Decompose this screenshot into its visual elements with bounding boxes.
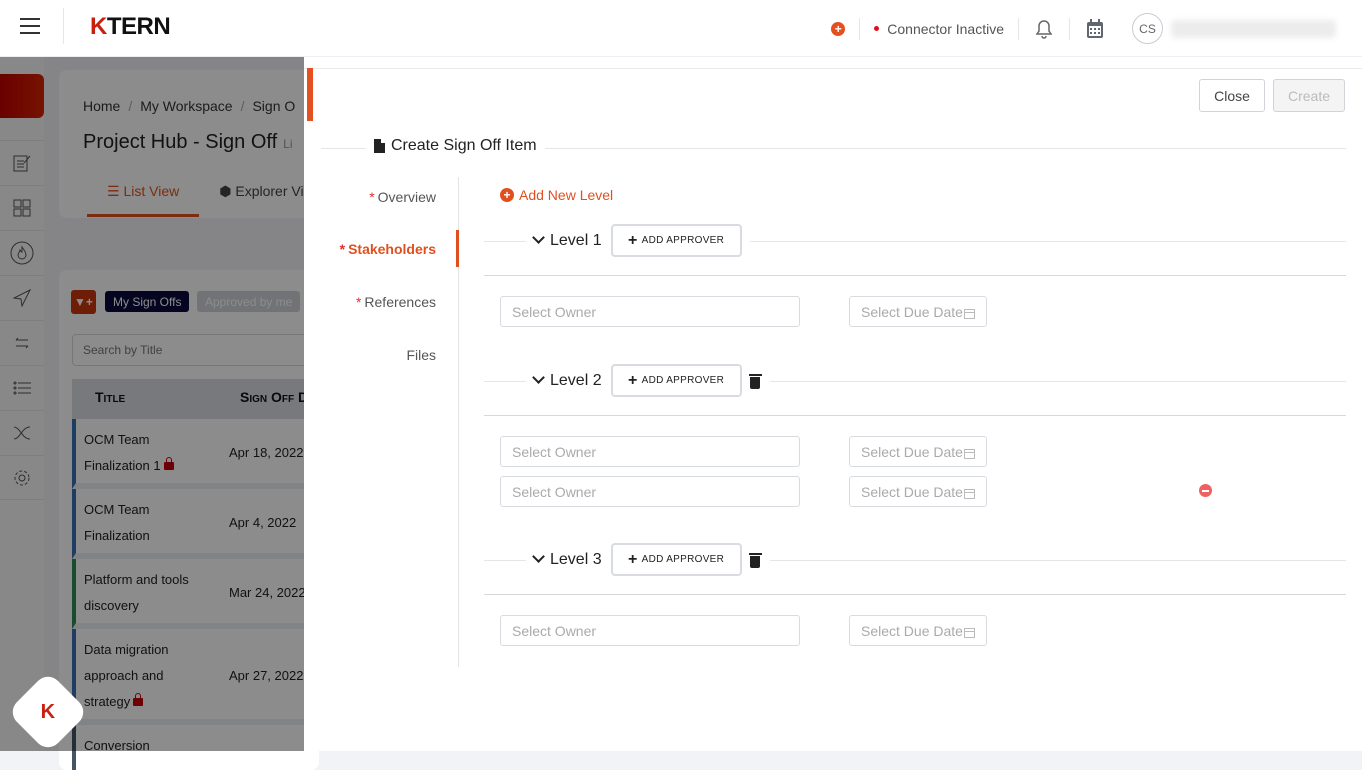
divider bbox=[1069, 17, 1070, 40]
remove-approver-icon[interactable] bbox=[1199, 484, 1212, 497]
calendar-icon bbox=[963, 449, 975, 459]
level-header: Level 1 + ADD APPROVER bbox=[526, 224, 750, 257]
divider bbox=[1018, 17, 1019, 40]
section-divider: Create Sign Off Item bbox=[321, 137, 1346, 155]
level-name: Level 2 bbox=[550, 371, 602, 389]
add-new-level-button[interactable]: + Add New Level bbox=[500, 187, 613, 203]
plus-circle-icon: + bbox=[500, 188, 514, 202]
step-stakeholders[interactable]: * Stakeholders bbox=[340, 241, 436, 257]
section-title: Create Sign Off Item bbox=[366, 137, 545, 155]
select-owner-input[interactable]: Select Owner bbox=[500, 296, 800, 327]
calendar-icon bbox=[963, 309, 975, 319]
divider bbox=[484, 415, 1346, 416]
ktern-logo[interactable]: KTERN bbox=[90, 13, 171, 41]
document-icon bbox=[374, 139, 385, 153]
active-step-indicator bbox=[456, 230, 459, 267]
chevron-down-icon[interactable] bbox=[532, 550, 545, 563]
level-name: Level 3 bbox=[550, 550, 602, 568]
bell-icon[interactable] bbox=[1033, 18, 1055, 40]
divider bbox=[859, 17, 861, 40]
level-header: Level 3 + ADD APPROVER bbox=[526, 543, 770, 576]
calendar-icon[interactable] bbox=[1084, 18, 1106, 40]
calendar-icon bbox=[963, 489, 975, 499]
create-button[interactable]: Create bbox=[1273, 79, 1345, 112]
calendar-icon bbox=[963, 628, 975, 638]
add-circle-icon[interactable]: + bbox=[831, 21, 846, 36]
select-owner-input[interactable]: Select Owner bbox=[500, 436, 800, 467]
add-approver-button[interactable]: + ADD APPROVER bbox=[610, 224, 742, 257]
step-files[interactable]: Files bbox=[406, 347, 436, 363]
select-due-date-input[interactable]: Select Due Date bbox=[849, 476, 987, 507]
select-due-date-input[interactable]: Select Due Date bbox=[849, 296, 987, 327]
create-sign-off-drawer: Close Create Create Sign Off Item * Overv… bbox=[304, 57, 1362, 751]
drawer-accent-bar bbox=[307, 68, 313, 121]
form-steps-nav: * Overview * Stakeholders * References File… bbox=[304, 177, 459, 667]
add-approver-button[interactable]: + ADD APPROVER bbox=[610, 364, 742, 397]
divider bbox=[63, 8, 64, 44]
level-header: Level 2 + ADD APPROVER bbox=[526, 364, 770, 397]
close-button[interactable]: Close bbox=[1199, 79, 1265, 112]
add-approver-button[interactable]: + ADD APPROVER bbox=[610, 543, 742, 576]
chevron-down-icon[interactable] bbox=[532, 371, 545, 384]
connector-status[interactable]: Connector Inactive bbox=[874, 21, 1004, 37]
select-owner-input[interactable]: Select Owner bbox=[500, 615, 800, 646]
select-due-date-input[interactable]: Select Due Date bbox=[849, 615, 987, 646]
hamburger-menu-icon[interactable] bbox=[20, 18, 40, 34]
trash-icon[interactable] bbox=[748, 552, 762, 568]
divider bbox=[304, 68, 1362, 69]
avatar[interactable]: CS bbox=[1132, 13, 1163, 44]
select-owner-input[interactable]: Select Owner bbox=[500, 476, 800, 507]
trash-icon[interactable] bbox=[748, 373, 762, 389]
level-name: Level 1 bbox=[550, 231, 602, 249]
select-due-date-input[interactable]: Select Due Date bbox=[849, 436, 987, 467]
step-references[interactable]: * References bbox=[356, 294, 436, 310]
user-name-blurred[interactable] bbox=[1171, 19, 1336, 38]
chevron-down-icon[interactable] bbox=[532, 231, 545, 244]
divider bbox=[484, 275, 1346, 276]
step-overview[interactable]: * Overview bbox=[369, 189, 436, 205]
divider bbox=[484, 594, 1346, 595]
status-dot-icon bbox=[874, 26, 880, 31]
top-bar: KTERN + Connector Inactive CS bbox=[0, 0, 1362, 57]
